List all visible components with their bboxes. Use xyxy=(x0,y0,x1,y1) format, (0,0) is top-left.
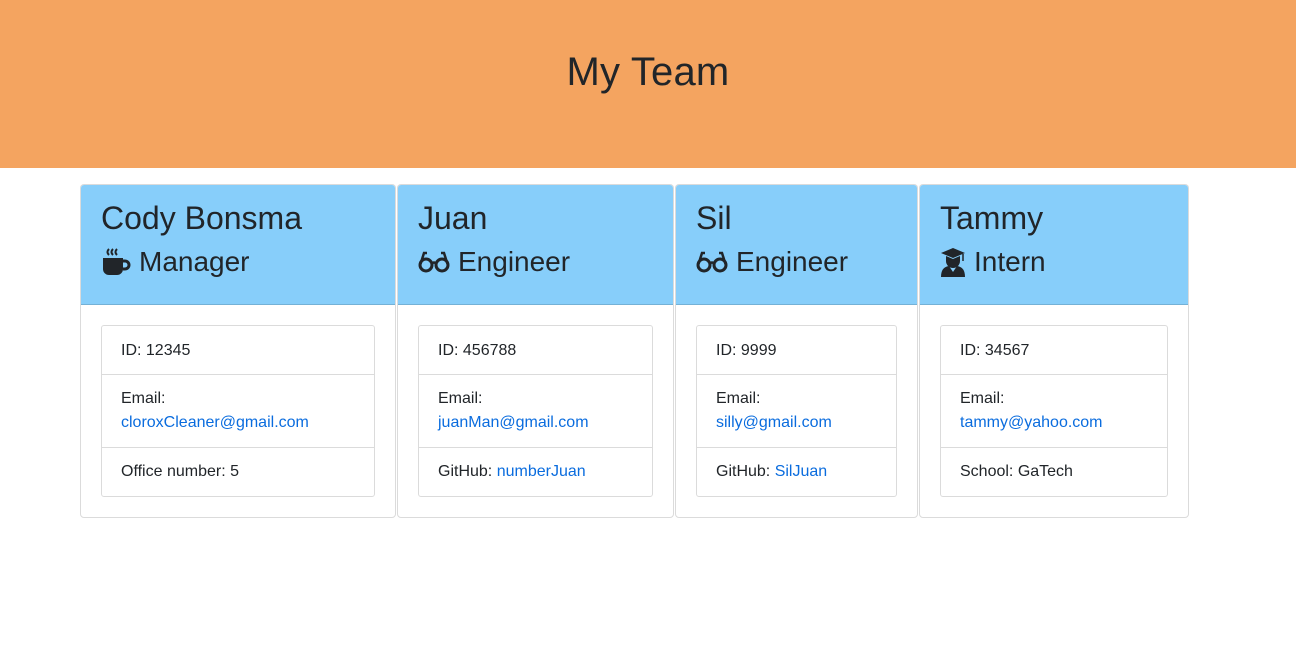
employee-email-item: Email: silly@gmail.com xyxy=(697,375,896,448)
employee-role: Manager xyxy=(101,245,375,279)
employee-role: Engineer xyxy=(418,245,653,279)
card-body: ID: 9999 Email: silly@gmail.com GitHub: … xyxy=(676,305,917,517)
team-card-row: Cody Bonsma Manager ID: 12345 Email: clo… xyxy=(80,184,1190,518)
employee-name: Juan xyxy=(418,200,488,236)
graduate-icon xyxy=(940,247,966,277)
github-link[interactable]: numberJuan xyxy=(497,463,586,480)
role-label: Engineer xyxy=(736,246,849,277)
email-label: Email: xyxy=(121,390,166,407)
office-number: Office number: 5 xyxy=(102,448,374,496)
github-label: GitHub: xyxy=(716,463,775,480)
employee-card-engineer: Sil Engineer ID: 9999 Email: silly@gmail… xyxy=(675,184,918,518)
github-item: GitHub: numberJuan xyxy=(419,448,652,496)
email-link[interactable]: silly@gmail.com xyxy=(716,414,832,431)
employee-card-manager: Cody Bonsma Manager ID: 12345 Email: clo… xyxy=(80,184,396,518)
employee-id: ID: 12345 xyxy=(102,326,374,375)
glasses-icon xyxy=(696,249,728,275)
page-title: My Team xyxy=(566,50,730,94)
glasses-icon xyxy=(418,249,450,275)
page-header: My Team xyxy=(0,0,1296,168)
email-link[interactable]: cloroxCleaner@gmail.com xyxy=(121,414,309,431)
github-item: GitHub: SilJuan xyxy=(697,448,896,496)
card-header: Tammy Intern xyxy=(920,185,1188,305)
employee-name: Tammy xyxy=(940,200,1044,236)
school-label: School: GaTech xyxy=(960,463,1073,480)
email-label: Email: xyxy=(960,390,1005,407)
employee-email-item: Email: juanMan@gmail.com xyxy=(419,375,652,448)
employee-name: Cody Bonsma xyxy=(101,200,302,236)
employee-id: ID: 34567 xyxy=(941,326,1167,375)
employee-role: Intern xyxy=(940,245,1168,279)
github-label: GitHub: xyxy=(438,463,497,480)
employee-card-engineer: Juan Engineer ID: 456788 Email: juanMan@… xyxy=(397,184,674,518)
email-label: Email: xyxy=(438,390,483,407)
email-label: Email: xyxy=(716,390,761,407)
employee-details: ID: 9999 Email: silly@gmail.com GitHub: … xyxy=(696,325,897,497)
employee-email-item: Email: tammy@yahoo.com xyxy=(941,375,1167,448)
card-header: Cody Bonsma Manager xyxy=(81,185,395,305)
mug-icon xyxy=(101,247,131,277)
email-link[interactable]: tammy@yahoo.com xyxy=(960,414,1103,431)
card-body: ID: 34567 Email: tammy@yahoo.com School:… xyxy=(920,305,1188,517)
employee-email-item: Email: cloroxCleaner@gmail.com xyxy=(102,375,374,448)
employee-name: Sil xyxy=(696,200,732,236)
employee-details: ID: 34567 Email: tammy@yahoo.com School:… xyxy=(940,325,1168,497)
card-body: ID: 456788 Email: juanMan@gmail.com GitH… xyxy=(398,305,673,517)
role-label: Intern xyxy=(974,246,1046,277)
card-header: Juan Engineer xyxy=(398,185,673,305)
employee-id: ID: 456788 xyxy=(419,326,652,375)
role-label: Engineer xyxy=(458,246,571,277)
employee-details: ID: 456788 Email: juanMan@gmail.com GitH… xyxy=(418,325,653,497)
employee-role: Engineer xyxy=(696,245,897,279)
card-header: Sil Engineer xyxy=(676,185,917,305)
school-item: School: GaTech xyxy=(941,448,1167,496)
card-body: ID: 12345 Email: cloroxCleaner@gmail.com… xyxy=(81,305,395,517)
office-number-label: Office number: 5 xyxy=(121,463,239,480)
github-link[interactable]: SilJuan xyxy=(775,463,827,480)
email-link[interactable]: juanMan@gmail.com xyxy=(438,414,589,431)
role-label: Manager xyxy=(139,246,250,277)
employee-details: ID: 12345 Email: cloroxCleaner@gmail.com… xyxy=(101,325,375,497)
employee-id: ID: 9999 xyxy=(697,326,896,375)
employee-card-intern: Tammy Intern ID: 34567 Email: tammy@yaho… xyxy=(919,184,1189,518)
